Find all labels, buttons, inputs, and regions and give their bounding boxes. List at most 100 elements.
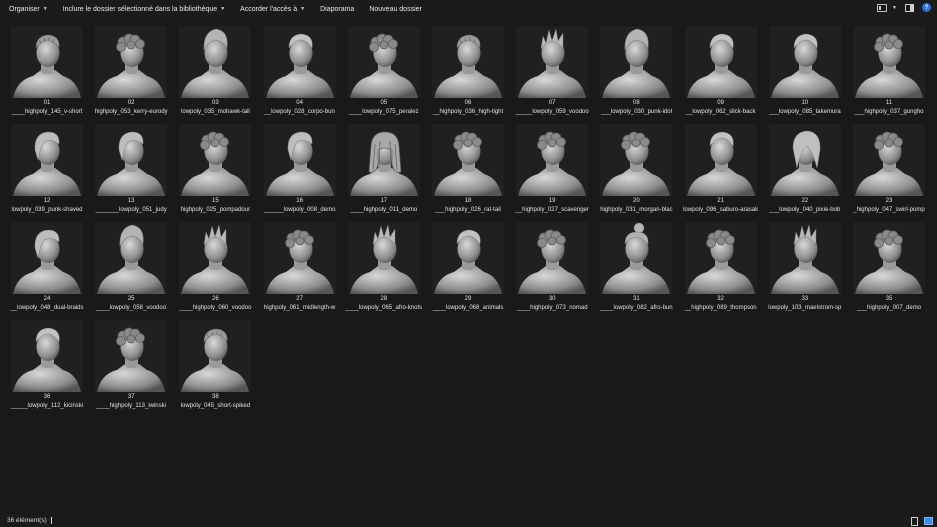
file-item[interactable]: 26 ____highpoly_060_voodoo (173, 220, 257, 316)
view-options-button[interactable]: ▼ (877, 3, 897, 12)
render-shape (135, 39, 146, 49)
file-thumbnail (11, 320, 83, 392)
file-thumbnail (263, 26, 336, 98)
file-number-label: 36 (43, 394, 51, 400)
file-item[interactable]: 01 ____highpoly_145_v-short (5, 24, 89, 120)
file-item[interactable]: 32 __highpoly_089_thompson (679, 220, 763, 316)
file-item[interactable]: 23 _highpoly_047_swirl-pomp (847, 122, 931, 218)
view-switcher (911, 517, 933, 526)
file-item[interactable]: 04 __lowpoly_028_corpo-bun (258, 24, 342, 120)
render-shape (181, 364, 250, 392)
file-item[interactable]: 16 ______lowpoly_008_demo (258, 122, 342, 218)
file-item[interactable]: 35 ___highpoly_007_demo (847, 220, 931, 316)
file-item[interactable]: 06 __highpoly_036_high-tight (426, 24, 510, 120)
file-number-label: 38 (212, 394, 219, 400)
chevron-down-icon: ▼ (220, 6, 226, 12)
file-item[interactable]: 31 ____lowpoly_082_afro-bun (594, 220, 678, 316)
file-item[interactable]: 09 __lowpoly_062_slick-back (679, 24, 763, 120)
file-item[interactable]: 10 ___lowpoly_085_takemura (763, 24, 847, 120)
render-shape (621, 131, 651, 150)
file-thumbnail (684, 26, 757, 98)
new-folder-button[interactable]: Nouveau dossier (369, 0, 422, 18)
file-name-label: ____lowpoly_058_voodoo (96, 305, 167, 311)
file-name-label: highpoly_053_kerry-eurody (94, 109, 168, 115)
file-item[interactable]: 37 ____highpoly_113_iwinski (89, 318, 173, 414)
render-shape (13, 168, 81, 196)
file-item[interactable]: 03 lowpoly_035_mohawk-tall (173, 24, 257, 120)
file-item[interactable]: 24 __lowpoly_048_dual-braids (5, 220, 89, 316)
render-shape (884, 236, 894, 246)
file-name-label: lowpoly_103_maelstrom-sp (768, 305, 842, 311)
file-item[interactable]: 12 lowpoly_039_punk-shaved (5, 122, 89, 218)
render-shape (116, 42, 127, 52)
hair-render-image (97, 327, 166, 392)
chevron-down-icon: ▼ (300, 6, 306, 12)
file-item[interactable]: 07 _____lowpoly_059_voodoo (510, 24, 594, 120)
hair-render-image (770, 33, 839, 98)
hair-render-image (855, 33, 923, 98)
file-item[interactable]: 25 ____lowpoly_058_voodoo (89, 220, 173, 316)
file-item[interactable]: 13 _______lowpoly_051_judy (89, 122, 173, 218)
file-item[interactable]: 17 ____highpoly_011_demo (342, 122, 426, 218)
file-name-label: ____highpoly_011_demo (350, 207, 418, 213)
hair-render-image (181, 28, 250, 98)
details-view-icon[interactable] (911, 517, 918, 526)
render-shape (686, 70, 755, 98)
hair-render-image (181, 224, 250, 294)
organize-menu[interactable]: Organiser ▼ (9, 0, 48, 18)
render-shape (116, 327, 146, 346)
file-item[interactable]: 05 ____lowpoly_075_peralez (342, 24, 426, 120)
share-with-menu[interactable]: Accorder l'accès à ▼ (240, 0, 305, 18)
include-in-library-menu[interactable]: Inclure le dossier sélectionné dans la b… (63, 0, 225, 18)
file-item[interactable]: 28 ____lowpoly_065_afro-knots (342, 220, 426, 316)
file-number-label: 13 (127, 198, 135, 204)
render-shape (537, 131, 567, 150)
file-item[interactable]: 27 highpoly_061_midlength-w (258, 220, 342, 316)
file-item[interactable]: 08 ___lowpoly_030_punk-idol (594, 24, 678, 120)
hair-render-image (13, 34, 81, 98)
render-shape (518, 168, 587, 196)
help-icon[interactable]: ? (922, 3, 931, 12)
render-shape (537, 140, 548, 150)
render-shape (463, 138, 473, 148)
render-shape (303, 235, 314, 245)
render-shape (181, 266, 250, 294)
render-shape (97, 168, 166, 196)
render-shape (13, 70, 81, 98)
render-shape (181, 70, 250, 98)
render-shape (547, 138, 557, 148)
file-thumbnail (263, 124, 336, 196)
file-item[interactable]: 19 __highpoly_027_scavenger (510, 122, 594, 218)
render-shape (874, 140, 884, 150)
chevron-down-icon: ▼ (892, 4, 897, 11)
file-name-label: ___highpoly_037_gungho (854, 109, 924, 115)
file-item[interactable]: 11 ___highpoly_037_gungho (847, 24, 931, 120)
render-shape (97, 364, 166, 392)
file-item[interactable]: 22 ___lowpoly_040_pixie-bob (763, 122, 847, 218)
file-number-label: 35 (885, 296, 893, 302)
render-shape (686, 168, 755, 196)
hair-render-image (181, 328, 250, 392)
file-item[interactable]: 36 _____lowpoly_112_kicinski (5, 318, 89, 414)
file-item[interactable]: 18 ___highpoly_026_rat-tail (426, 122, 510, 218)
render-shape (126, 40, 136, 50)
hair-render-image (434, 131, 502, 196)
render-shape (284, 229, 314, 248)
render-shape (874, 33, 903, 52)
file-thumbnail (179, 222, 252, 294)
file-item[interactable]: 21 lowpoly_096_saburo-arasak (679, 122, 763, 218)
large-icons-view-icon[interactable] (924, 517, 933, 525)
file-item[interactable]: 33 lowpoly_103_maelstrom-sp (763, 220, 847, 316)
file-number-label: 05 (380, 100, 388, 106)
file-item[interactable]: 30 ____highpoly_073_nomad (510, 220, 594, 316)
file-number-label: 32 (717, 296, 724, 302)
file-item[interactable]: 15 highpoly_025_pompadour (173, 122, 257, 218)
file-name-label: highpoly_031_morgan-blac (600, 207, 673, 213)
slideshow-button[interactable]: Diaporama (320, 0, 354, 18)
preview-pane-icon[interactable] (905, 3, 914, 12)
file-item[interactable]: 02 highpoly_053_kerry-eurody (89, 24, 173, 120)
render-shape (893, 235, 903, 245)
file-item[interactable]: 29 ____lowpoly_068_animals (426, 220, 510, 316)
file-item[interactable]: 20 highpoly_031_morgan-blac (594, 122, 678, 218)
file-item[interactable]: 38 lowpoly_045_short-spiked (173, 318, 257, 414)
